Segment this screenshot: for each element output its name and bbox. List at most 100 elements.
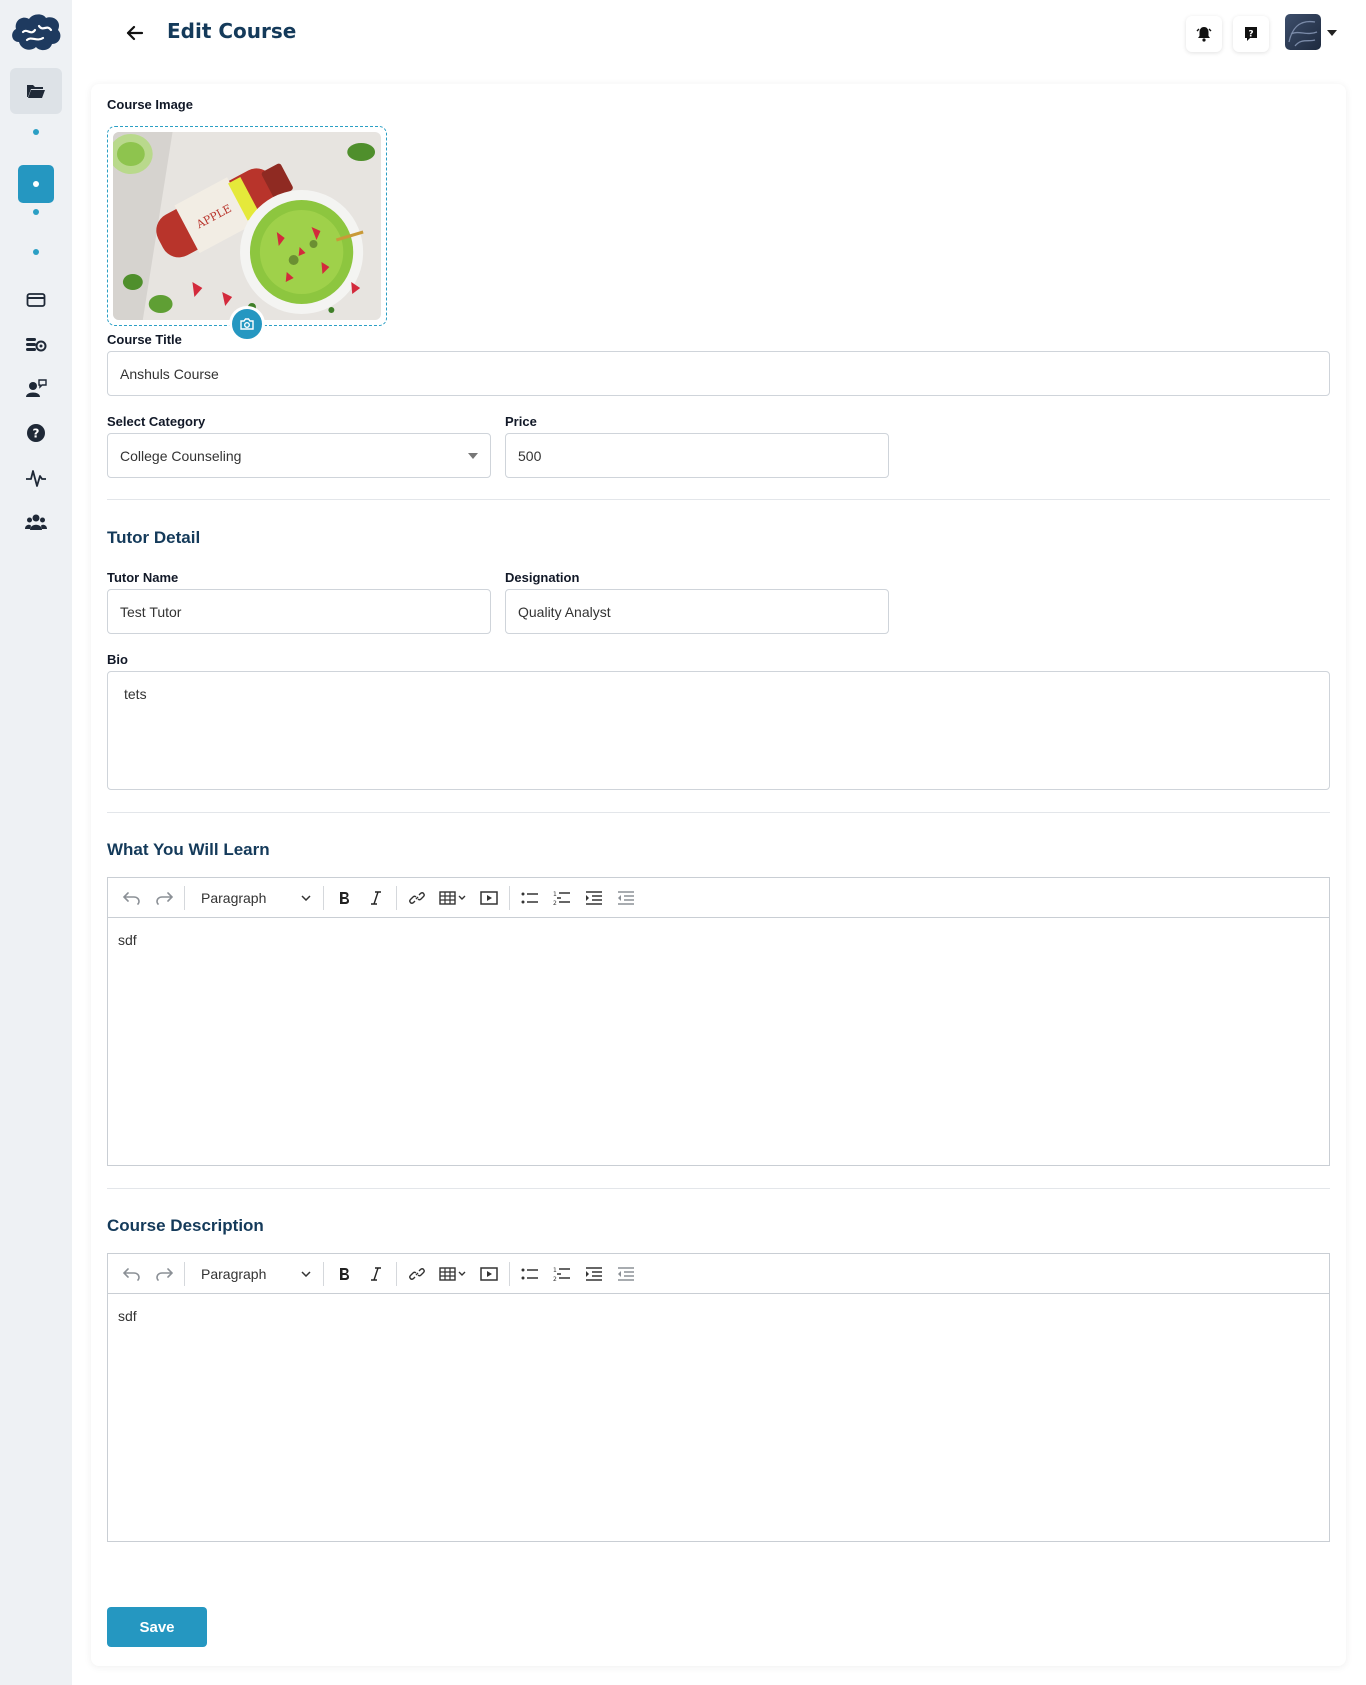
bio-textarea[interactable]: tets: [107, 671, 1330, 790]
edit-course-card: Course Image APPLE Course Title Anshuls …: [91, 84, 1346, 1666]
outdent-icon: [618, 1266, 634, 1281]
sidebar-item-finance[interactable]: [24, 332, 48, 356]
table-button[interactable]: [433, 882, 473, 914]
help-button[interactable]: ?: [1233, 16, 1269, 52]
sidebar-item-users[interactable]: [24, 510, 48, 534]
sidebar: ?: [0, 0, 72, 1685]
course-image-label: Course Image: [107, 97, 193, 112]
sidebar-subitem-dot[interactable]: [33, 129, 39, 135]
sidebar-subitem-dot[interactable]: [33, 249, 39, 255]
food-photo-icon: APPLE: [113, 132, 381, 320]
indent-button[interactable]: [578, 1258, 610, 1290]
toolbar-separator: [509, 1261, 510, 1286]
user-menu-caret-icon[interactable]: [1327, 30, 1337, 36]
link-button[interactable]: [401, 882, 433, 914]
brain-logo-icon[interactable]: [9, 12, 63, 54]
paragraph-dropdown[interactable]: Paragraph: [189, 882, 319, 914]
paragraph-dropdown[interactable]: Paragraph: [189, 1258, 319, 1290]
bulleted-list-button[interactable]: [514, 882, 546, 914]
what-you-will-learn-title: What You Will Learn: [107, 840, 270, 859]
learn-editor-text: sdf: [118, 932, 137, 948]
bio-label: Bio: [107, 652, 128, 667]
redo-button[interactable]: [148, 882, 180, 914]
notifications-button[interactable]: [1186, 16, 1222, 52]
table-button[interactable]: [433, 1258, 473, 1290]
category-value: College Counseling: [120, 447, 242, 464]
sidebar-subitem-dot[interactable]: [33, 209, 39, 215]
toolbar-separator: [509, 885, 510, 910]
course-title-label: Course Title: [107, 332, 182, 347]
sidebar-item-courses[interactable]: [10, 68, 62, 114]
price-label: Price: [505, 414, 537, 429]
user-avatar[interactable]: [1285, 14, 1321, 50]
sidebar-item-activity[interactable]: [24, 466, 48, 490]
undo-button[interactable]: [116, 882, 148, 914]
link-button[interactable]: [401, 1258, 433, 1290]
price-value: 500: [518, 447, 542, 464]
users-group-icon: [25, 514, 47, 530]
designation-label: Designation: [505, 570, 580, 585]
price-input[interactable]: 500: [505, 433, 889, 478]
media-button[interactable]: [473, 1258, 505, 1290]
chevron-down-icon: [301, 1270, 311, 1277]
bio-value: tets: [124, 686, 147, 702]
user-chat-icon: [26, 379, 47, 397]
sidebar-item-payments[interactable]: [24, 288, 48, 312]
redo-icon: [156, 891, 173, 905]
learn-editor-content[interactable]: sdf: [108, 918, 1329, 962]
toolbar-separator: [323, 885, 324, 910]
undo-icon: [123, 1267, 140, 1281]
table-icon: [439, 1266, 466, 1281]
media-button[interactable]: [473, 882, 505, 914]
designation-input[interactable]: Quality Analyst: [505, 589, 889, 634]
editor-toolbar: Paragraph 12: [108, 878, 1329, 918]
sidebar-item-help[interactable]: ?: [24, 421, 48, 445]
description-editor-content[interactable]: sdf: [108, 1294, 1329, 1338]
indent-button[interactable]: [578, 882, 610, 914]
course-title-value: Anshuls Course: [120, 365, 219, 382]
toolbar-separator: [184, 1261, 185, 1286]
category-select[interactable]: College Counseling: [107, 433, 491, 478]
back-arrow-icon[interactable]: [122, 20, 148, 46]
tutor-name-label: Tutor Name: [107, 570, 179, 585]
numbered-list-button[interactable]: 12: [546, 882, 578, 914]
bold-icon: [340, 891, 349, 904]
section-divider: [107, 1188, 1330, 1189]
question-circle-icon: ?: [27, 424, 45, 442]
indent-icon: [586, 890, 602, 905]
table-icon: [439, 890, 466, 905]
course-description-title: Course Description: [107, 1216, 264, 1235]
outdent-button[interactable]: [610, 882, 642, 914]
change-image-button[interactable]: [229, 306, 265, 342]
section-divider: [107, 812, 1330, 813]
chevron-down-icon: [468, 453, 478, 459]
paragraph-dropdown-label: Paragraph: [201, 1265, 267, 1282]
course-title-input[interactable]: Anshuls Course: [107, 351, 1330, 396]
paragraph-dropdown-label: Paragraph: [201, 889, 267, 906]
chevron-down-icon: [301, 894, 311, 901]
bold-icon: [340, 1267, 349, 1280]
link-icon: [409, 891, 425, 904]
tutor-name-input[interactable]: Test Tutor: [107, 589, 491, 634]
bold-button[interactable]: [328, 1258, 360, 1290]
outdent-icon: [618, 890, 634, 905]
help-chat-icon: ?: [1245, 27, 1257, 41]
course-image-dropzone[interactable]: APPLE: [107, 126, 387, 326]
bold-button[interactable]: [328, 882, 360, 914]
italic-button[interactable]: [360, 882, 392, 914]
camera-icon: [240, 318, 254, 330]
italic-button[interactable]: [360, 1258, 392, 1290]
outdent-button[interactable]: [610, 1258, 642, 1290]
tutor-name-value: Test Tutor: [120, 603, 182, 620]
media-embed-icon: [480, 1266, 498, 1281]
sidebar-item-counselors[interactable]: [24, 376, 48, 400]
redo-button[interactable]: [148, 1258, 180, 1290]
bulleted-list-button[interactable]: [514, 1258, 546, 1290]
numbered-list-button[interactable]: 12: [546, 1258, 578, 1290]
svg-text:2: 2: [553, 1276, 557, 1282]
undo-button[interactable]: [116, 1258, 148, 1290]
save-button[interactable]: Save: [107, 1607, 207, 1647]
link-icon: [409, 1267, 425, 1280]
sidebar-subitem-active[interactable]: [18, 165, 54, 203]
learn-rich-text-editor: Paragraph 12 sdf: [107, 877, 1330, 1166]
